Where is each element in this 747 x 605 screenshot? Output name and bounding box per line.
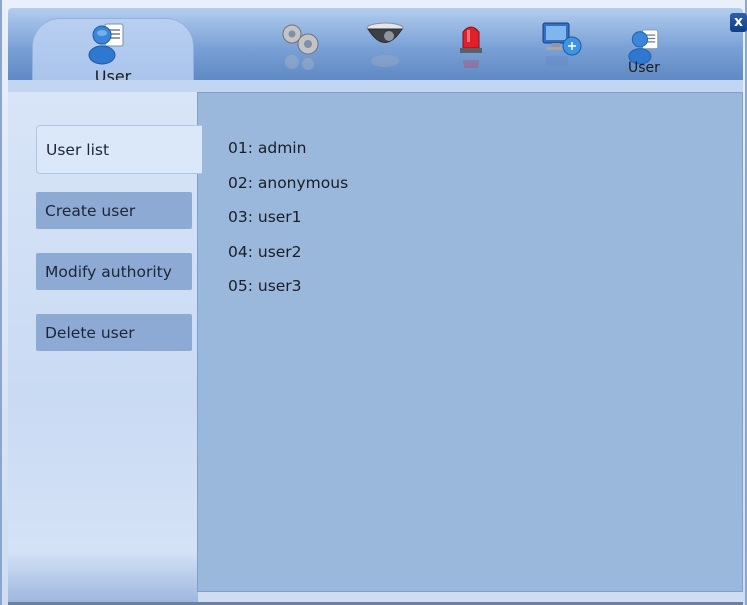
user-list-item[interactable]: 01: admin	[228, 138, 348, 173]
sidebar-item-label: User list	[46, 140, 110, 159]
settings-gears-icon[interactable]	[278, 22, 324, 70]
header-band	[8, 80, 743, 92]
sidebar-item-label: Delete user	[45, 323, 135, 342]
user-management-window: User User x User list Create user Modify…	[0, 0, 747, 605]
sidebar-item-label: Create user	[45, 201, 136, 220]
user-icon	[88, 23, 124, 65]
user-list-item[interactable]: 05: user3	[228, 276, 348, 311]
sidebar-item-delete-user[interactable]: Delete user	[36, 314, 192, 351]
sidebar-item-modify-authority[interactable]: Modify authority	[36, 253, 192, 290]
sidebar-item-label: Modify authority	[45, 262, 172, 281]
user-list-item[interactable]: 04: user2	[228, 242, 348, 277]
user-list: 01: admin 02: anonymous 03: user1 04: us…	[228, 138, 348, 311]
close-button[interactable]: x	[730, 13, 747, 32]
camera-dome-icon[interactable]	[364, 22, 406, 70]
user-list-item[interactable]: 03: user1	[228, 207, 348, 242]
alarm-siren-icon[interactable]	[456, 22, 486, 70]
tab-user-label: User	[628, 60, 660, 76]
network-monitor-icon[interactable]	[540, 20, 586, 70]
user-list-item[interactable]: 02: anonymous	[228, 173, 348, 208]
sidebar-item-user-list[interactable]: User list	[36, 125, 202, 174]
sidebar-item-create-user[interactable]: Create user	[36, 192, 192, 229]
